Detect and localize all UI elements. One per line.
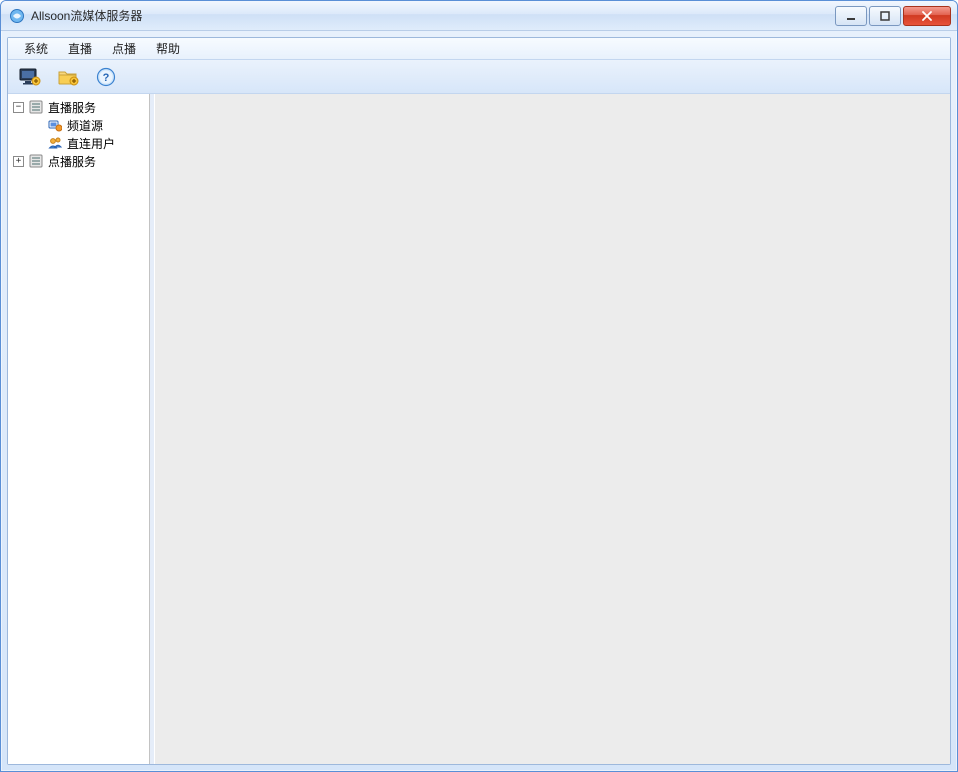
tree-node-label: 频道源: [67, 117, 103, 134]
app-window: Allsoon流媒体服务器 系统 直播 点播 帮助: [0, 0, 958, 772]
app-icon: [9, 8, 25, 24]
svg-text:?: ?: [103, 72, 110, 84]
menu-live[interactable]: 直播: [58, 38, 102, 59]
close-button[interactable]: [903, 6, 951, 26]
window-controls: [833, 6, 951, 26]
tree-node-vod-service[interactable]: + 点播服务: [10, 152, 147, 170]
menubar: 系统 直播 点播 帮助: [8, 38, 950, 60]
expand-icon[interactable]: +: [13, 156, 24, 167]
users-icon: [47, 135, 63, 151]
server-icon: [28, 153, 44, 169]
channel-source-icon: [47, 117, 63, 133]
menu-vod[interactable]: 点播: [102, 38, 146, 59]
toolbar: ?: [8, 60, 950, 94]
main-panel: [154, 94, 950, 764]
window-title: Allsoon流媒体服务器: [31, 7, 833, 24]
tree-node-channel-source[interactable]: 频道源: [10, 116, 147, 134]
tree-panel: − 直播服务: [8, 94, 150, 764]
tree-node-label: 直播服务: [48, 99, 96, 116]
tree-node-label: 直连用户: [67, 135, 115, 152]
content-area: − 直播服务: [8, 94, 950, 764]
toolbar-add-monitor-button[interactable]: [18, 65, 42, 89]
client-area: 系统 直播 点播 帮助: [7, 37, 951, 765]
collapse-icon[interactable]: −: [13, 102, 24, 113]
toolbar-help-button[interactable]: ?: [94, 65, 118, 89]
minimize-button[interactable]: [835, 6, 867, 26]
tree-node-label: 点播服务: [48, 153, 96, 170]
tree-node-live-service[interactable]: − 直播服务: [10, 98, 147, 116]
maximize-button[interactable]: [869, 6, 901, 26]
server-icon: [28, 99, 44, 115]
titlebar: Allsoon流媒体服务器: [1, 1, 957, 31]
toolbar-add-folder-button[interactable]: [56, 65, 80, 89]
menu-help[interactable]: 帮助: [146, 38, 190, 59]
menu-system[interactable]: 系统: [14, 38, 58, 59]
tree-node-direct-users[interactable]: 直连用户: [10, 134, 147, 152]
